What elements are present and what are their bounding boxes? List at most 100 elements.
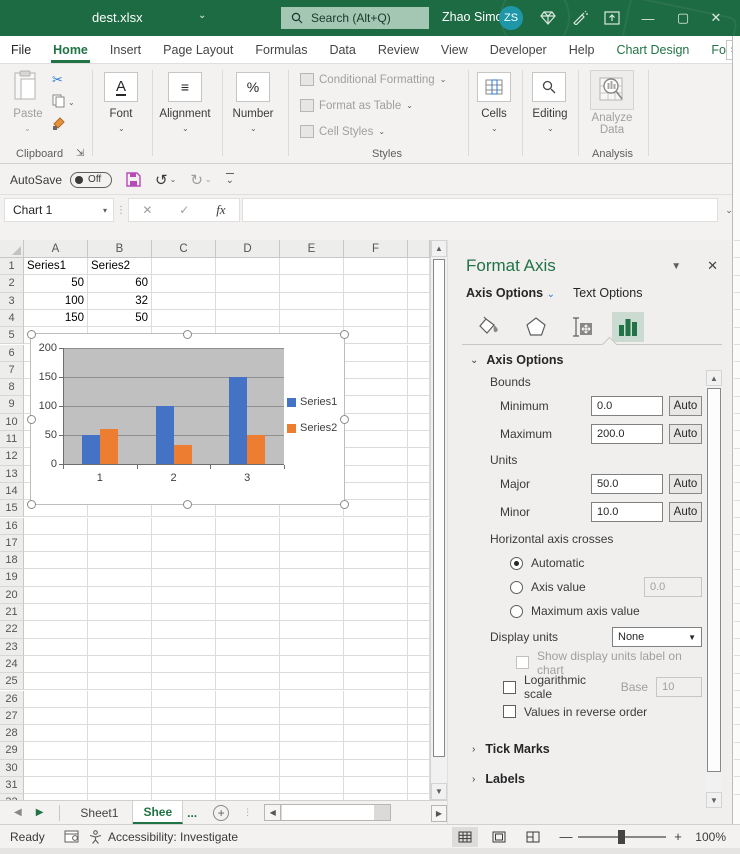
cell-A23[interactable]	[24, 639, 88, 656]
cell-A19[interactable]	[24, 569, 88, 586]
conditional-formatting-button[interactable]: Conditional Formatting⌄	[300, 73, 446, 86]
tab-page-layout[interactable]: Page Layout	[152, 36, 244, 63]
cell-B4[interactable]: 50	[88, 310, 152, 327]
cell-E26[interactable]	[280, 691, 344, 708]
cell-B23[interactable]	[88, 639, 152, 656]
alignment-dropdown-icon[interactable]: ⌄	[182, 124, 189, 133]
row-header-13[interactable]: 13	[0, 466, 24, 483]
cell-B26[interactable]	[88, 691, 152, 708]
ribbon-display-options-icon[interactable]	[602, 9, 622, 27]
checkbox-show-display[interactable]	[516, 656, 529, 669]
cell-B29[interactable]	[88, 742, 152, 759]
cell-F10[interactable]	[344, 414, 408, 431]
pane-scroll-up-icon[interactable]: ▲	[706, 370, 722, 386]
select-all-corner[interactable]	[0, 240, 24, 258]
column-header-partial[interactable]	[408, 240, 430, 258]
cell-partial[interactable]	[408, 569, 430, 586]
editing-button[interactable]: Editing	[524, 108, 576, 120]
cell-A2[interactable]: 50	[24, 275, 88, 292]
cell-styles-button[interactable]: Cell Styles⌄	[300, 125, 385, 138]
zoom-slider[interactable]	[578, 836, 666, 838]
axis-value-input[interactable]: 0.0	[644, 577, 702, 597]
column-header-B[interactable]: B	[88, 240, 152, 258]
cell-A28[interactable]	[24, 725, 88, 742]
analyze-data-button[interactable]: AnalyzeData	[588, 112, 636, 136]
tab-formulas[interactable]: Formulas	[244, 36, 318, 63]
size-properties-icon[interactable]	[566, 312, 598, 342]
row-header-26[interactable]: 26	[0, 691, 24, 708]
cell-F1[interactable]	[344, 258, 408, 275]
cell-E28[interactable]	[280, 725, 344, 742]
column-header-E[interactable]: E	[280, 240, 344, 258]
cell-B31[interactable]	[88, 777, 152, 794]
horizontal-scrollbar-thumb[interactable]	[282, 805, 374, 820]
cell-partial[interactable]	[408, 293, 430, 310]
major-unit-input[interactable]: 50.0	[591, 474, 663, 494]
cell-partial[interactable]	[408, 691, 430, 708]
pane-scrollbar[interactable]: ▲ ▼	[706, 370, 722, 808]
cell-partial[interactable]	[408, 621, 430, 638]
cell-F18[interactable]	[344, 552, 408, 569]
scroll-right-icon[interactable]: ▶	[431, 805, 447, 822]
scroll-left-icon[interactable]: ◀	[265, 805, 281, 820]
cell-partial[interactable]	[408, 500, 430, 517]
column-header-A[interactable]: A	[24, 240, 88, 258]
cell-F30[interactable]	[344, 760, 408, 777]
cell-F7[interactable]	[344, 362, 408, 379]
cell-partial[interactable]	[408, 742, 430, 759]
cell-E20[interactable]	[280, 587, 344, 604]
accessibility-status[interactable]: Accessibility: Investigate	[108, 830, 238, 844]
font-button[interactable]: Font	[99, 108, 143, 120]
cell-B19[interactable]	[88, 569, 152, 586]
radio-automatic[interactable]	[510, 557, 523, 570]
cell-E18[interactable]	[280, 552, 344, 569]
accessibility-icon[interactable]	[89, 830, 102, 844]
zoom-slider-thumb[interactable]	[618, 830, 625, 844]
cell-partial[interactable]	[408, 275, 430, 292]
cell-A3[interactable]: 100	[24, 293, 88, 310]
cell-A29[interactable]	[24, 742, 88, 759]
cell-E16[interactable]	[280, 518, 344, 535]
cell-C19[interactable]	[152, 569, 216, 586]
cell-B24[interactable]	[88, 656, 152, 673]
alignment-button[interactable]: Alignment	[154, 108, 216, 120]
cell-C24[interactable]	[152, 656, 216, 673]
minor-unit-auto-button[interactable]: Auto	[669, 502, 702, 522]
paste-dropdown-icon[interactable]: ⌄	[24, 124, 31, 133]
cell-C31[interactable]	[152, 777, 216, 794]
zoom-in-button[interactable]: +	[668, 829, 688, 844]
tab-insert[interactable]: Insert	[99, 36, 152, 63]
cell-F16[interactable]	[344, 518, 408, 535]
cell-partial[interactable]	[408, 639, 430, 656]
cell-D2[interactable]	[216, 275, 280, 292]
vertical-scrollbar[interactable]: ▲ ▼	[430, 240, 447, 800]
cell-D18[interactable]	[216, 552, 280, 569]
cell-D1[interactable]	[216, 258, 280, 275]
cell-C17[interactable]	[152, 535, 216, 552]
enter-formula-icon[interactable]: ✓	[179, 203, 189, 217]
chart-selection-handle[interactable]	[340, 415, 349, 424]
bar-series1-cat3[interactable]	[229, 377, 247, 464]
tab-help[interactable]: Help	[558, 36, 606, 63]
cell-F25[interactable]	[344, 673, 408, 690]
cell-C28[interactable]	[152, 725, 216, 742]
cell-F17[interactable]	[344, 535, 408, 552]
bar-series2-cat3[interactable]	[247, 435, 265, 464]
base-input[interactable]: 10	[656, 677, 702, 697]
chart-object[interactable]: 050100150200123Series1Series2	[30, 333, 345, 505]
cell-F4[interactable]	[344, 310, 408, 327]
cell-D29[interactable]	[216, 742, 280, 759]
chart-selection-handle[interactable]	[27, 330, 36, 339]
cell-partial[interactable]	[408, 431, 430, 448]
cell-partial[interactable]	[408, 656, 430, 673]
copy-dropdown-icon[interactable]: ⌄	[68, 98, 75, 107]
cell-B17[interactable]	[88, 535, 152, 552]
row-header-19[interactable]: 19	[0, 569, 24, 586]
cell-D21[interactable]	[216, 604, 280, 621]
cell-F8[interactable]	[344, 379, 408, 396]
feedback-pen-icon[interactable]	[570, 9, 590, 27]
row-header-16[interactable]: 16	[0, 518, 24, 535]
cell-D22[interactable]	[216, 621, 280, 638]
row-header-9[interactable]: 9	[0, 396, 24, 413]
new-sheet-button[interactable]: +	[213, 805, 229, 821]
